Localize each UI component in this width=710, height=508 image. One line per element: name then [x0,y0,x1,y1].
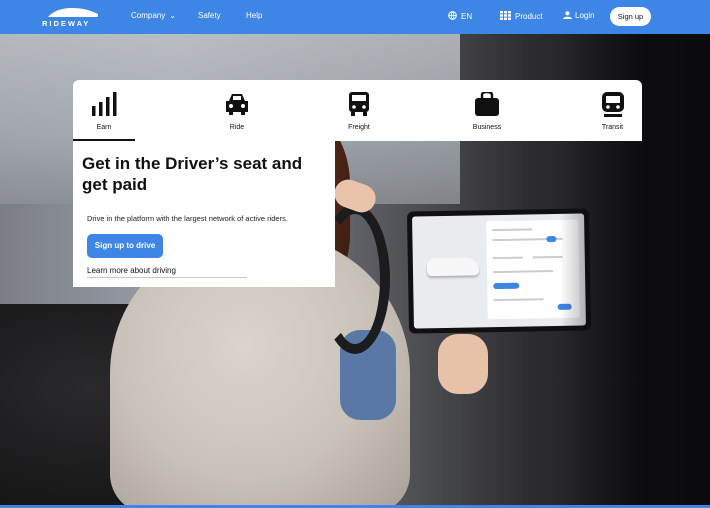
product-label: Product [515,12,543,21]
tab-freight-label: Freight [348,124,370,131]
train-icon [601,92,624,117]
logo-text: RIDEWAY [42,19,91,28]
tab-transit-label: Transit [601,124,624,131]
top-navbar: RIDEWAY Company ⌄ Safety Help EN Product … [0,0,710,34]
tab-freight[interactable]: Freight [329,80,389,141]
hero-description: Drive in the platform with the largest n… [87,214,288,223]
signup-button[interactable]: Sign up [610,7,651,26]
user-icon [563,11,572,19]
nav-safety-link[interactable]: Safety [198,11,221,20]
tab-business[interactable]: Business [457,80,517,141]
car-icon [226,94,248,115]
learn-more-link[interactable]: Learn more about driving [87,266,247,278]
rideway-logo[interactable]: RIDEWAY [42,6,104,28]
globe-icon [448,11,457,20]
driver-signup-card: Get in the Driver’s seat and get paid Dr… [73,141,335,287]
grid-icon [500,11,511,20]
driver-hand-screen [438,334,488,394]
chevron-down-icon: ⌄ [169,11,176,20]
nav-company-label: Company [131,11,166,20]
tab-transit[interactable]: Transit [583,80,642,141]
service-tabs: Earn Ride Freight Business Transit [73,80,642,141]
nav-company-dropdown[interactable]: Company ⌄ [131,11,176,20]
truck-icon [349,92,369,116]
language-label: EN [461,12,473,21]
logo-car-icon [48,8,98,17]
screen-car-graphic [426,257,480,277]
hero-headline: Get in the Driver’s seat and get paid [82,154,303,194]
nav-help-link[interactable]: Help [246,11,262,20]
tab-ride-label: Ride [229,124,245,131]
briefcase-icon [475,92,499,116]
login-label: Login [575,11,595,20]
tab-earn[interactable]: Earn [73,80,135,141]
language-selector[interactable]: EN [448,11,472,21]
tab-ride[interactable]: Ride [207,80,267,141]
product-menu[interactable]: Product [500,11,543,21]
tab-business-label: Business [472,124,502,131]
login-link[interactable]: Login [563,11,595,20]
bars-icon [92,92,117,116]
sign-up-to-drive-button[interactable]: Sign up to drive [87,234,163,258]
tab-earn-label: Earn [96,124,112,131]
